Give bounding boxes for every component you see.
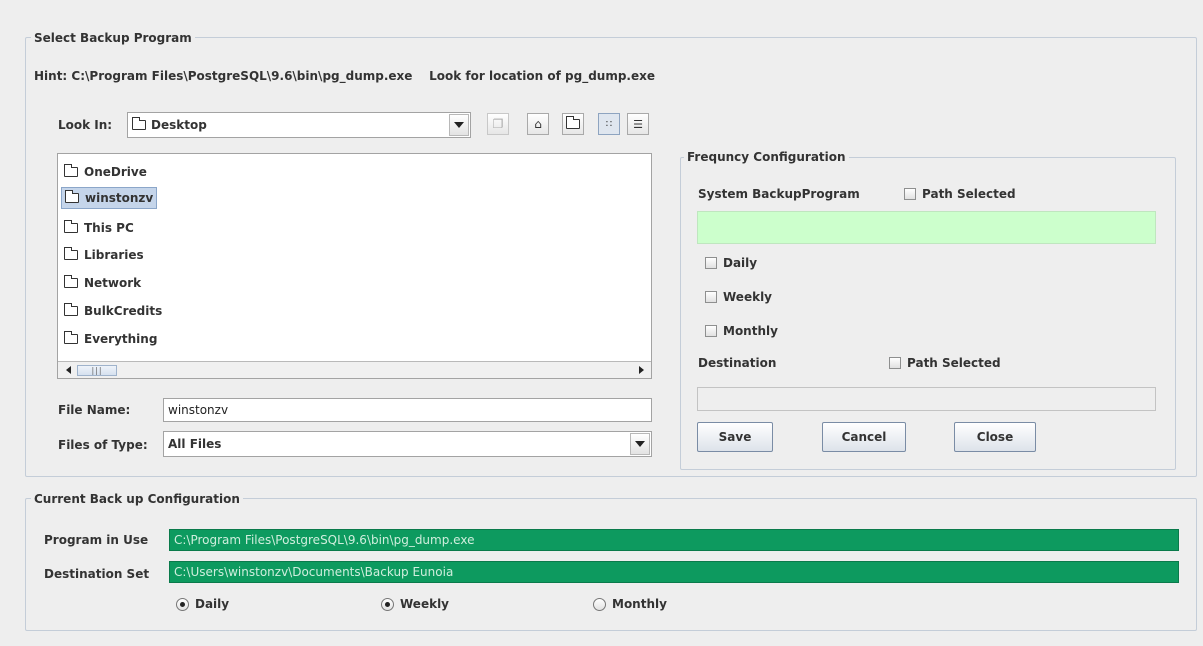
- checkbox-box[interactable]: [705, 257, 717, 269]
- program-path-selected-checkbox[interactable]: Path Selected: [904, 187, 1016, 201]
- radio-dot: [385, 601, 390, 607]
- new-folder-icon: [566, 116, 580, 129]
- destination-label: Destination: [698, 356, 777, 370]
- files-of-type-value: All Files: [168, 437, 222, 451]
- home-icon: ⌂: [534, 117, 542, 131]
- look-in-combo[interactable]: Desktop: [127, 112, 471, 138]
- monthly-label: Monthly: [723, 324, 778, 338]
- radio-unselected[interactable]: [593, 597, 606, 611]
- details-view-button[interactable]: ☰: [627, 113, 649, 135]
- folder-icon: [64, 220, 78, 233]
- monthly-checkbox[interactable]: Monthly: [705, 324, 778, 338]
- select-backup-program-title: Select Backup Program: [31, 30, 195, 46]
- folder-name: winstonzv: [85, 191, 154, 205]
- list-item[interactable]: Network: [61, 272, 144, 294]
- folder-icon: [132, 117, 146, 130]
- up-folder-icon: ❐: [492, 117, 504, 131]
- destination-set-label: Destination Set: [44, 567, 150, 581]
- folder-icon: [64, 164, 78, 177]
- arrow-right-icon: [638, 366, 644, 374]
- folder-name: Everything: [84, 332, 158, 346]
- hint-text: Hint: C:\Program Files\PostgreSQL\9.6\bi…: [34, 69, 655, 83]
- list-item[interactable]: Libraries: [61, 244, 147, 266]
- up-folder-button[interactable]: ❐: [487, 113, 509, 135]
- chevron-down-icon: [454, 122, 464, 128]
- list-view-icon: ∷: [605, 118, 613, 130]
- folder-name: BulkCredits: [84, 304, 163, 318]
- list-view-button[interactable]: ∷: [598, 113, 620, 135]
- list-item[interactable]: OneDrive: [61, 161, 150, 183]
- current-daily-radio[interactable]: Daily: [176, 597, 229, 611]
- list-item[interactable]: BulkCredits: [61, 300, 165, 322]
- save-button[interactable]: Save: [697, 422, 773, 452]
- current-weekly-radio[interactable]: Weekly: [381, 597, 449, 611]
- frequency-configuration-title: Frequncy Configuration: [684, 149, 849, 165]
- destination-set-field: C:\Users\winstonzv\Documents\Backup Euno…: [169, 561, 1179, 583]
- home-button[interactable]: ⌂: [527, 113, 549, 135]
- folder-name: This PC: [84, 221, 134, 235]
- current-monthly-radio[interactable]: Monthly: [593, 597, 667, 611]
- program-in-use-field: C:\Program Files\PostgreSQL\9.6\bin\pg_d…: [169, 529, 1179, 551]
- list-item[interactable]: Everything: [61, 328, 160, 350]
- radio-selected[interactable]: [176, 597, 189, 611]
- daily-checkbox[interactable]: Daily: [705, 256, 757, 270]
- destination-path-selected-checkbox[interactable]: Path Selected: [889, 356, 1001, 370]
- folder-icon: [64, 247, 78, 260]
- folder-icon: [64, 275, 78, 288]
- destination-path-selected-label: Path Selected: [907, 356, 1001, 370]
- destination-path-field[interactable]: [697, 387, 1156, 411]
- radio-selected[interactable]: [381, 597, 394, 611]
- list-item-selected[interactable]: winstonzv: [61, 187, 158, 209]
- files-of-type-label: Files of Type:: [58, 438, 148, 452]
- files-of-type-combo[interactable]: All Files: [163, 431, 652, 457]
- program-path-selected-label: Path Selected: [922, 187, 1016, 201]
- folder-icon: [65, 190, 79, 203]
- current-monthly-label: Monthly: [612, 597, 667, 611]
- look-in-value: Desktop: [151, 118, 207, 132]
- horizontal-scrollbar[interactable]: |||: [58, 361, 651, 378]
- daily-label: Daily: [723, 256, 758, 270]
- scroll-thumb[interactable]: |||: [77, 364, 117, 376]
- list-item[interactable]: This PC: [61, 217, 137, 239]
- folder-name: Libraries: [84, 248, 144, 262]
- checkbox-box[interactable]: [705, 291, 717, 303]
- look-in-label: Look In:: [58, 118, 113, 132]
- new-folder-button[interactable]: [562, 113, 584, 135]
- system-backup-program-label: System BackupProgram: [698, 187, 860, 201]
- checkbox-box[interactable]: [904, 188, 916, 200]
- weekly-checkbox[interactable]: Weekly: [705, 290, 772, 304]
- folder-icon: [64, 303, 78, 316]
- checkbox-box[interactable]: [705, 325, 717, 337]
- checkbox-box[interactable]: [889, 357, 901, 369]
- chevron-down-icon: [635, 441, 645, 447]
- program-in-use-label: Program in Use: [44, 533, 149, 547]
- cancel-button[interactable]: Cancel: [822, 422, 906, 452]
- arrow-left-icon: [65, 366, 71, 374]
- scroll-left-button[interactable]: [61, 363, 75, 377]
- details-view-icon: ☰: [633, 117, 643, 131]
- close-button[interactable]: Close: [954, 422, 1036, 452]
- scroll-right-button[interactable]: [634, 363, 648, 377]
- current-daily-label: Daily: [195, 597, 230, 611]
- weekly-label: Weekly: [723, 290, 773, 304]
- folder-name: Network: [84, 276, 142, 290]
- file-name-label: File Name:: [58, 403, 131, 417]
- file-name-input[interactable]: winstonzv: [163, 398, 652, 422]
- current-backup-configuration-title: Current Back up Configuration: [31, 491, 243, 507]
- current-weekly-label: Weekly: [400, 597, 450, 611]
- look-in-dropdown-button[interactable]: [449, 114, 469, 136]
- program-path-status-bar: [697, 211, 1156, 244]
- folder-icon: [64, 331, 78, 344]
- folder-list[interactable]: OneDrive winstonzv This PC Libraries Net…: [57, 153, 652, 379]
- folder-name: OneDrive: [84, 165, 147, 179]
- radio-dot: [180, 601, 185, 607]
- files-of-type-dropdown-button[interactable]: [630, 433, 650, 455]
